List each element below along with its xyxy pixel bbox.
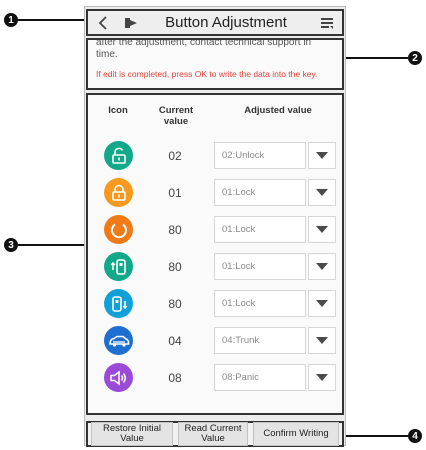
exit-icon[interactable]: [120, 12, 142, 34]
callout-1-leader: [18, 19, 84, 21]
current-value: 80: [168, 297, 182, 311]
confirm-writing-button[interactable]: Confirm Writing: [253, 422, 339, 446]
page-title: Button Adjustment: [165, 14, 287, 31]
key-fob-down-icon: [104, 289, 133, 318]
lock-icon: [104, 178, 133, 207]
notice-warning: If edit is completed, press OK to write …: [96, 69, 318, 79]
dropdown-arrow-icon: [316, 337, 328, 344]
unlock-icon: [104, 141, 133, 170]
callout-1: 1: [4, 13, 18, 27]
table-row: 80 01:Lock: [88, 212, 342, 248]
adjusted-value-select[interactable]: 08:Panic: [214, 364, 306, 391]
read-current-value-button[interactable]: Read Current Value: [178, 422, 248, 446]
dropdown-arrow-icon: [316, 263, 328, 270]
adjusted-value-select[interactable]: 01:Lock: [214, 179, 306, 206]
list-menu-icon[interactable]: [316, 12, 338, 34]
column-header-current: Current value: [158, 105, 194, 127]
dropdown-button[interactable]: [308, 216, 336, 243]
dropdown-button[interactable]: [308, 364, 336, 391]
adjustment-table: Icon Current value Adjusted value 02 02:…: [86, 93, 344, 415]
table-row: 04 04:Trunk: [88, 323, 342, 359]
column-header-adjusted: Adjusted value: [244, 105, 312, 116]
table-row: 08 08:Panic: [88, 360, 342, 396]
table-row: 80 01:Lock: [88, 286, 342, 322]
callout-3-leader: [18, 244, 84, 246]
current-value: 02: [168, 149, 182, 163]
callout-4-leader: [345, 435, 408, 437]
dropdown-button[interactable]: [308, 142, 336, 169]
dropdown-button[interactable]: [308, 327, 336, 354]
adjusted-value-select[interactable]: 02:Unlock: [214, 142, 306, 169]
callout-3: 3: [4, 238, 18, 252]
title-bar: Button Adjustment: [86, 9, 344, 36]
current-value: 80: [168, 223, 182, 237]
adjusted-value-select[interactable]: 04:Trunk: [214, 327, 306, 354]
dropdown-button[interactable]: [308, 179, 336, 206]
adjusted-value-select[interactable]: 01:Lock: [214, 253, 306, 280]
table-row: 80 01:Lock: [88, 249, 342, 285]
trunk-icon: [104, 326, 133, 355]
notice-panel: after the adjustment, contact technical …: [86, 38, 344, 90]
table-row: 02 02:Unlock: [88, 138, 342, 174]
dropdown-arrow-icon: [316, 226, 328, 233]
dropdown-button[interactable]: [308, 290, 336, 317]
callout-2: 2: [408, 51, 422, 65]
current-value: 08: [168, 371, 182, 385]
notice-text: after the adjustment, contact technical …: [96, 38, 312, 60]
restore-initial-value-button[interactable]: Restore Initial Value: [91, 422, 173, 446]
callout-4: 4: [408, 429, 422, 443]
device-screen: Button Adjustment after the adjustment, …: [84, 6, 346, 447]
key-fob-up-icon: [104, 252, 133, 281]
adjusted-value-select[interactable]: 01:Lock: [214, 290, 306, 317]
dropdown-arrow-icon: [316, 300, 328, 307]
chevron-left-icon[interactable]: [92, 12, 114, 34]
ring-icon: [104, 215, 133, 244]
current-value: 04: [168, 334, 182, 348]
current-value: 80: [168, 260, 182, 274]
panic-icon: [104, 363, 133, 392]
dropdown-button[interactable]: [308, 253, 336, 280]
table-row: 01 01:Lock: [88, 175, 342, 211]
dropdown-arrow-icon: [316, 374, 328, 381]
adjusted-value-select[interactable]: 01:Lock: [214, 216, 306, 243]
dropdown-arrow-icon: [316, 189, 328, 196]
action-bar: Restore Initial Value Read Current Value…: [86, 421, 344, 447]
callout-2-leader: [345, 57, 408, 59]
column-header-icon: Icon: [108, 105, 128, 116]
dropdown-arrow-icon: [316, 152, 328, 159]
current-value: 01: [168, 186, 182, 200]
